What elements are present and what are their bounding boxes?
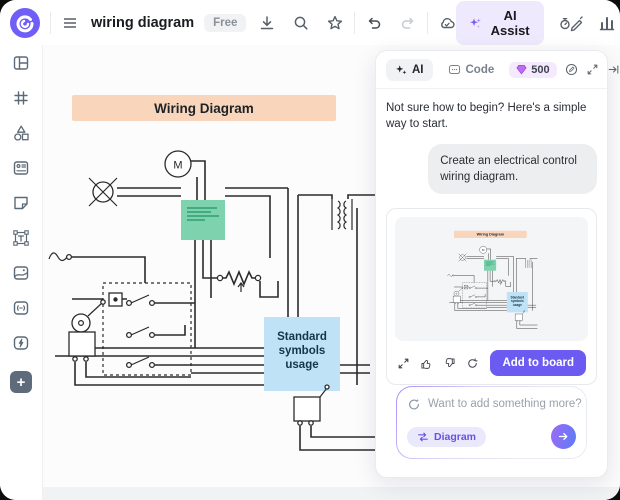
tab-ai[interactable]: AI xyxy=(386,58,433,81)
gem-icon xyxy=(516,65,527,75)
add-to-board-button[interactable]: Add to board xyxy=(490,350,586,377)
ai-response-card: Add to board xyxy=(386,208,597,386)
swap-arrows-icon xyxy=(418,432,428,441)
expand-preview-icon[interactable] xyxy=(397,357,410,370)
thumbs-up-icon[interactable] xyxy=(420,357,433,370)
diagram-mode-chip[interactable]: Diagram xyxy=(407,426,487,447)
thumbs-down-icon[interactable] xyxy=(443,357,456,370)
diagram-preview-image xyxy=(446,230,537,330)
ai-sparkle-icon xyxy=(396,64,407,74)
credits-badge[interactable]: 500 xyxy=(509,61,557,78)
redo-icon[interactable] xyxy=(399,14,417,32)
prompt-box: Diagram xyxy=(396,386,587,459)
user-message-bubble: Create an electrical control wiring diag… xyxy=(428,144,597,195)
response-actions: Add to board xyxy=(395,350,588,377)
plan-badge: Free xyxy=(204,13,247,32)
ai-assist-panel: AI Code 500 Not sure how to begin? Here'… xyxy=(375,50,618,478)
expand-icon[interactable] xyxy=(586,63,599,76)
collab-tools-icon[interactable] xyxy=(558,14,584,32)
ai-assist-label: AI Assist xyxy=(490,7,530,38)
prompt-input[interactable] xyxy=(428,398,582,410)
app-logo-icon[interactable] xyxy=(10,7,40,38)
send-button[interactable] xyxy=(551,424,576,449)
add-plus-button[interactable]: + xyxy=(10,371,32,393)
divider xyxy=(50,11,51,34)
text-box-icon[interactable] xyxy=(12,229,30,247)
new-chat-icon[interactable] xyxy=(565,63,578,76)
sparkles-icon xyxy=(470,17,482,28)
frame-icon[interactable] xyxy=(12,89,30,107)
prompt-sparkle-icon xyxy=(409,398,420,410)
shapes-icon[interactable] xyxy=(12,124,30,142)
card-icon[interactable] xyxy=(12,159,30,177)
app-window: wiring diagram Free AI Assist + AI Code … xyxy=(0,0,620,500)
send-arrow-icon xyxy=(558,432,568,441)
code-icon xyxy=(448,65,460,74)
dashboard-chart-icon[interactable] xyxy=(598,14,616,32)
embed-icon[interactable] xyxy=(12,299,30,317)
diagram-preview[interactable] xyxy=(395,217,588,342)
ai-panel-header: AI Code 500 xyxy=(376,51,618,89)
template-icon[interactable] xyxy=(12,54,30,72)
apps-bolt-icon[interactable] xyxy=(12,334,30,352)
tab-code[interactable]: Code xyxy=(439,58,504,81)
ai-assist-button[interactable]: AI Assist xyxy=(456,0,545,45)
menu-icon[interactable] xyxy=(61,14,79,32)
media-icon[interactable] xyxy=(12,264,30,282)
collapse-panel-icon[interactable] xyxy=(607,63,620,76)
star-icon[interactable] xyxy=(326,14,344,32)
cloud-sync-icon[interactable] xyxy=(438,14,456,32)
search-icon[interactable] xyxy=(292,14,310,32)
ai-chat-area: Not sure how to begin? Here's a simple w… xyxy=(376,89,607,477)
tool-sidebar: + xyxy=(0,45,43,500)
undo-icon[interactable] xyxy=(365,14,383,32)
regenerate-icon[interactable] xyxy=(466,357,479,370)
topbar: wiring diagram Free AI Assist xyxy=(0,0,620,45)
download-icon[interactable] xyxy=(258,14,276,32)
document-title[interactable]: wiring diagram xyxy=(91,15,194,31)
sticky-note-icon[interactable] xyxy=(12,194,30,212)
wiring-diagram[interactable] xyxy=(45,45,375,495)
assistant-intro-message: Not sure how to begin? Here's a simple w… xyxy=(386,102,587,130)
